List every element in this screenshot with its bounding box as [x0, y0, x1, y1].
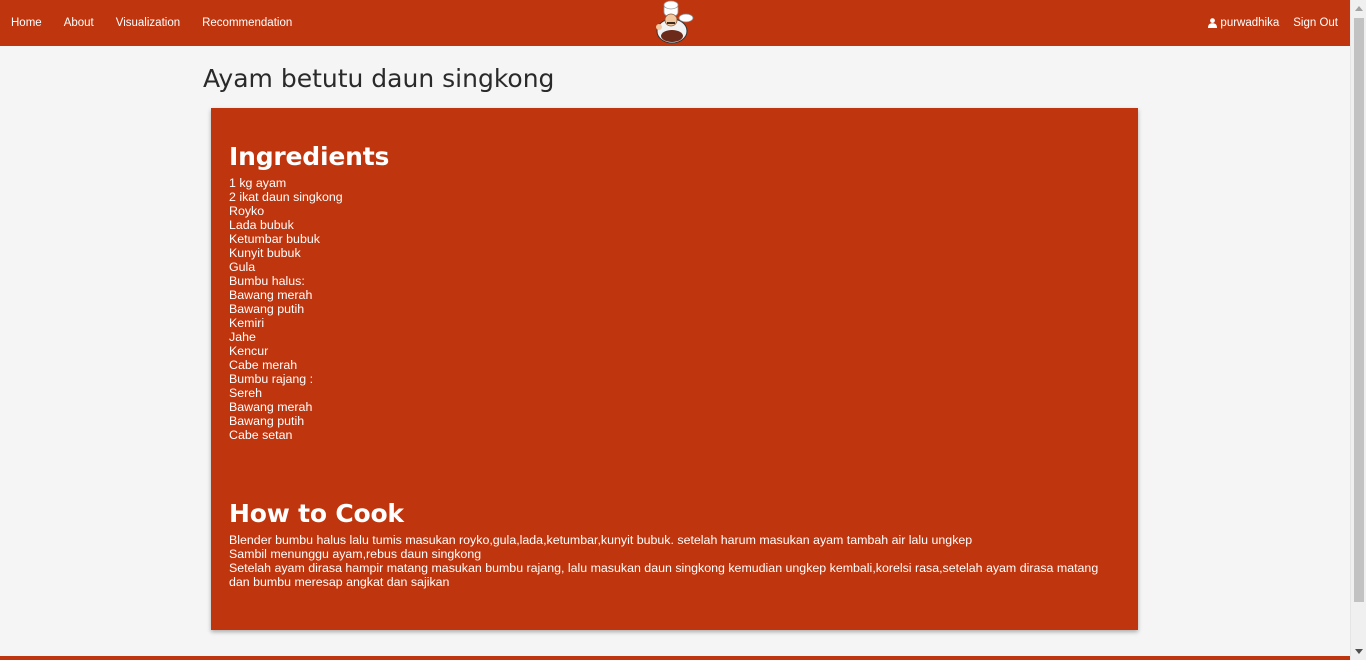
ingredients-heading: Ingredients	[229, 142, 390, 171]
chef-logo-icon[interactable]	[650, 0, 698, 46]
cooking-step: Sambil menunggu ayam,rebus daun singkong	[229, 547, 482, 561]
ingredient-item: Sereh	[229, 386, 263, 400]
ingredient-item: Royko	[229, 204, 265, 218]
ingredient-item: Cabe setan	[229, 428, 293, 442]
ingredient-item: Ketumbar bubuk	[229, 232, 320, 246]
ingredient-item: Kunyit bubuk	[229, 246, 301, 260]
how-to-cook-heading: How to Cook	[229, 499, 404, 528]
ingredient-item: Kencur	[229, 344, 269, 358]
page-title: Ayam betutu daun singkong	[203, 64, 555, 93]
cooking-steps: Blender bumbu halus lalu tumis masukan r…	[229, 533, 1099, 589]
ingredient-item: Jahe	[229, 330, 256, 344]
nav-recommendation-link[interactable]: Recommendation	[202, 17, 292, 29]
scroll-up-arrow-icon[interactable]	[1355, 6, 1363, 11]
ingredient-item: Bumbu halus:	[229, 274, 305, 288]
user-icon	[1208, 18, 1218, 28]
nav-user-area: purwadhika Sign Out	[1208, 0, 1350, 46]
ingredient-item: Bawang merah	[229, 400, 313, 414]
cooking-step: Setelah ayam dirasa hampir matang masuka…	[229, 561, 1099, 589]
scroll-down-arrow-icon[interactable]	[1355, 649, 1363, 654]
footer-bar	[0, 656, 1350, 660]
sign-out-link[interactable]: Sign Out	[1293, 17, 1338, 29]
user-menu[interactable]: purwadhika	[1208, 17, 1279, 29]
ingredient-item: Lada bubuk	[229, 218, 294, 232]
recipe-card: Ingredients 1 kg ayam 2 ikat daun singko…	[211, 108, 1138, 630]
ingredient-item: Cabe merah	[229, 358, 298, 372]
ingredient-item: Bawang putih	[229, 302, 305, 316]
ingredients-list: 1 kg ayam 2 ikat daun singkong Royko Lad…	[229, 176, 1120, 442]
ingredient-item: Bawang merah	[229, 288, 313, 302]
ingredient-item: Bawang putih	[229, 414, 305, 428]
scrollbar-thumb[interactable]	[1354, 18, 1364, 602]
ingredient-item: Kemiri	[229, 316, 265, 330]
username: purwadhika	[1220, 17, 1280, 29]
nav-about-link[interactable]: About	[64, 17, 94, 29]
nav-home-link[interactable]: Home	[11, 17, 42, 29]
vertical-scrollbar[interactable]	[1350, 0, 1366, 660]
nav-visualization-link[interactable]: Visualization	[116, 17, 180, 29]
ingredient-item: 2 ikat daun singkong	[229, 190, 343, 204]
nav-links: Home About Visualization Recommendation	[0, 0, 314, 46]
navbar: Home About Visualization Recommendation …	[0, 0, 1350, 46]
ingredient-item: Gula	[229, 260, 256, 274]
ingredient-item: Bumbu rajang :	[229, 372, 314, 386]
ingredient-item: 1 kg ayam	[229, 176, 287, 190]
cooking-step: Blender bumbu halus lalu tumis masukan r…	[229, 533, 973, 547]
